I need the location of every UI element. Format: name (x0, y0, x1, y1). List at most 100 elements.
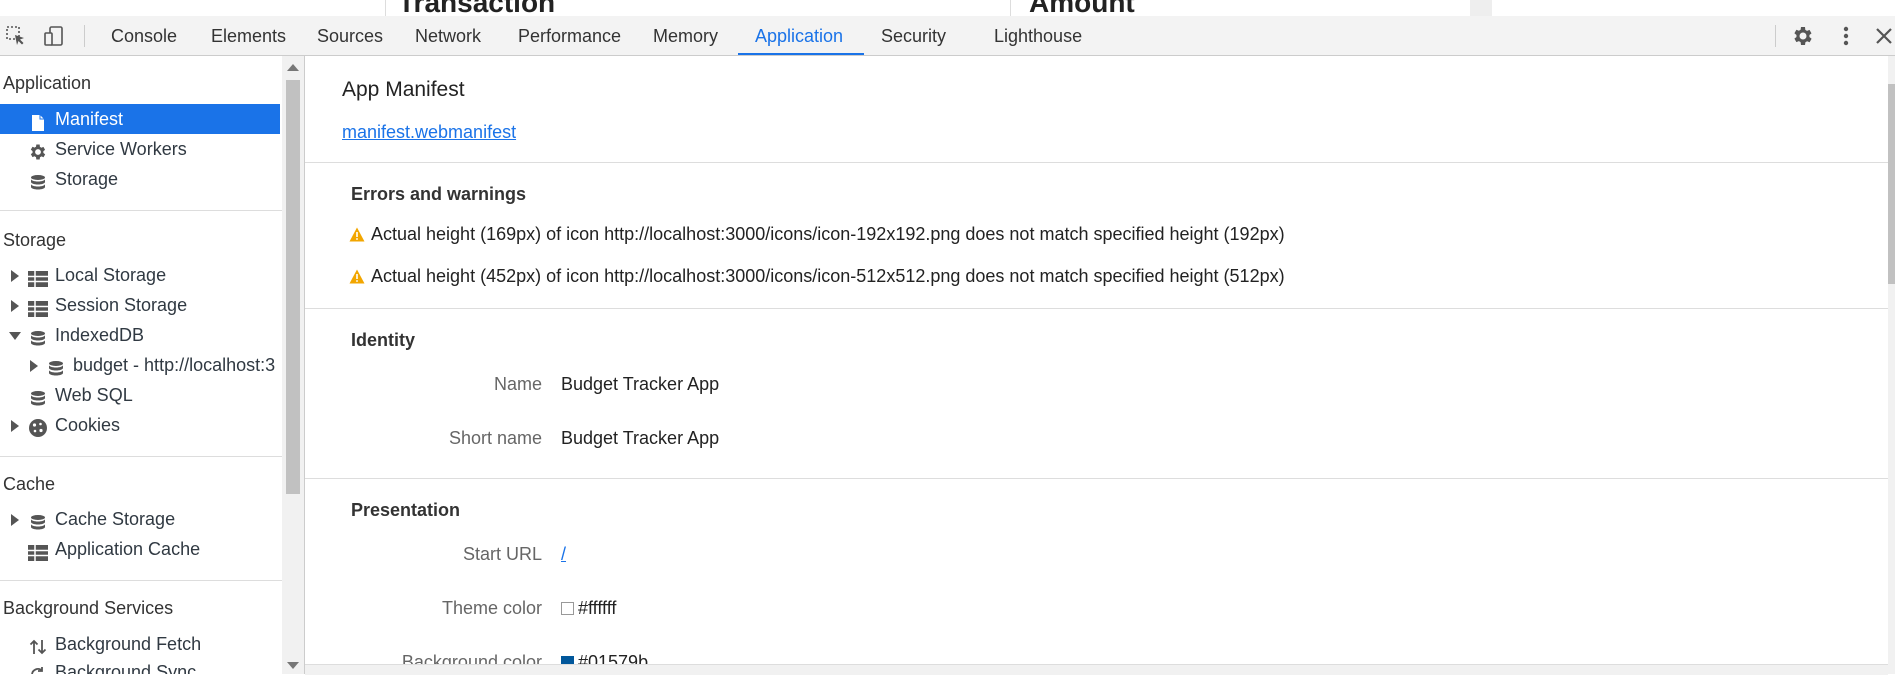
sidebar-item-label: Local Storage (55, 265, 167, 285)
warning-message: Actual height (452px) of icon http://loc… (349, 266, 1285, 289)
expand-arrow-icon[interactable] (11, 270, 19, 282)
sidebar-item-label: Cache Storage (55, 509, 176, 529)
warning-icon (349, 268, 365, 289)
page-column: Amount (1010, 0, 1466, 16)
grid-icon (28, 267, 48, 287)
scroll-up-icon[interactable] (287, 64, 299, 71)
page-scrollbar[interactable] (1470, 0, 1492, 16)
sidebar-item-web-sql[interactable]: Web SQL (0, 380, 280, 410)
database-icon (29, 511, 47, 530)
sidebar-section-cache: Cache (3, 474, 56, 494)
manifest-link[interactable]: manifest.webmanifest (342, 122, 516, 143)
sidebar-item-label: Web SQL (55, 385, 133, 405)
database-icon (29, 387, 47, 406)
device-toolbar-icon[interactable] (42, 24, 66, 48)
sidebar-item-label: Manifest (55, 109, 124, 129)
expand-arrow-icon[interactable] (11, 514, 19, 526)
up-down-arrows-icon (28, 636, 47, 655)
inspected-page-strip: Transaction Amount (0, 0, 1895, 16)
sidebar-scrollbar[interactable] (282, 56, 304, 674)
sidebar-item-budget-db[interactable]: budget - http://localhost:3 (0, 350, 280, 380)
expand-arrow-icon[interactable] (11, 300, 19, 312)
tab-network[interactable]: Network (398, 16, 498, 55)
main-scrollbar[interactable] (1888, 56, 1895, 674)
expand-arrow-icon[interactable] (11, 420, 19, 432)
tab-elements[interactable]: Elements (194, 16, 303, 55)
identity-section-title: Identity (351, 330, 416, 350)
horizontal-scrollbar[interactable] (305, 664, 1888, 675)
background-color-text: #01579b (578, 652, 649, 664)
sidebar-item-indexeddb[interactable]: IndexedDB (0, 320, 280, 350)
sidebar-item-local-storage[interactable]: Local Storage (0, 260, 280, 290)
section-divider (305, 162, 1888, 163)
tab-lighthouse[interactable]: Lighthouse (977, 16, 1099, 55)
gear-icon (28, 141, 46, 160)
gear-icon[interactable] (1791, 24, 1815, 48)
sidebar-section-background-services: Background Services (3, 598, 174, 618)
grid-icon (28, 541, 48, 561)
sidebar-divider (0, 210, 282, 211)
sidebar-divider (0, 580, 282, 581)
background-color-value: #01579b (561, 652, 648, 664)
tab-sources[interactable]: Sources (300, 16, 400, 55)
devtools-toolbar: Console Elements Sources Network Perform… (0, 16, 1895, 56)
sidebar-divider (0, 456, 282, 457)
sidebar-item-label: budget - http://localhost:3 (73, 355, 276, 375)
warning-text: Actual height (169px) of icon http://loc… (371, 224, 1285, 244)
start-url-link[interactable]: / (561, 544, 566, 564)
application-sidebar: Application Manifest Service Workers Sto… (0, 56, 305, 674)
sidebar-item-manifest[interactable]: Manifest (0, 104, 280, 134)
cookie-icon (28, 417, 47, 437)
start-url-label: Start URL (462, 544, 542, 564)
sidebar-item-background-fetch[interactable]: Background Fetch (0, 629, 280, 659)
sidebar-item-application-cache[interactable]: Application Cache (0, 534, 280, 564)
section-divider (305, 308, 1888, 309)
section-divider (305, 478, 1888, 479)
sidebar-scrollbar-thumb[interactable] (286, 80, 300, 494)
warning-message: Actual height (169px) of icon http://loc… (349, 224, 1285, 247)
sidebar-item-storage[interactable]: Storage (0, 164, 280, 194)
toolbar-separator (84, 25, 85, 47)
theme-color-value: #ffffff (561, 598, 616, 619)
short-name-label: Short name (448, 428, 542, 448)
page-column: Transaction (385, 0, 1011, 16)
warning-icon (349, 226, 365, 247)
name-label: Name (493, 374, 542, 394)
name-value: Budget Tracker App (561, 374, 720, 394)
sidebar-item-background-sync[interactable]: Background Sync (0, 657, 280, 674)
sidebar-item-label: Background Sync (55, 662, 197, 674)
sidebar-section-storage: Storage (3, 230, 67, 250)
main-scrollbar-thumb[interactable] (1888, 84, 1895, 284)
sidebar-item-service-workers[interactable]: Service Workers (0, 134, 280, 164)
amount-header: Amount (1029, 0, 1135, 16)
document-icon (29, 111, 47, 131)
database-icon (29, 171, 47, 190)
theme-color-text: #ffffff (578, 598, 617, 618)
tab-security[interactable]: Security (864, 16, 963, 55)
theme-color-label: Theme color (441, 598, 542, 618)
sidebar-item-label: Service Workers (55, 139, 187, 159)
sidebar-item-cache-storage[interactable]: Cache Storage (0, 504, 280, 534)
start-url-value: / (561, 544, 566, 565)
sync-icon (28, 664, 46, 674)
scroll-down-icon[interactable] (287, 662, 299, 669)
toolbar-separator (1775, 25, 1776, 47)
sidebar-item-cookies[interactable]: Cookies (0, 410, 280, 440)
expand-arrow-icon[interactable] (30, 360, 38, 372)
sidebar-section-application: Application (3, 73, 92, 93)
sidebar-item-label: Background Fetch (55, 634, 202, 654)
close-icon[interactable] (1872, 24, 1895, 48)
tab-performance[interactable]: Performance (501, 16, 638, 55)
tab-console[interactable]: Console (94, 16, 194, 55)
collapse-arrow-icon[interactable] (9, 332, 21, 340)
sidebar-item-session-storage[interactable]: Session Storage (0, 290, 280, 320)
more-options-icon[interactable] (1834, 24, 1858, 48)
short-name-value: Budget Tracker App (561, 428, 720, 448)
tab-memory[interactable]: Memory (636, 16, 735, 55)
database-icon (29, 327, 47, 346)
color-swatch[interactable] (561, 656, 574, 664)
inspect-element-icon[interactable] (4, 24, 28, 48)
errors-section-title: Errors and warnings (351, 184, 527, 204)
color-swatch[interactable] (561, 602, 574, 615)
tab-application[interactable]: Application (738, 16, 864, 55)
